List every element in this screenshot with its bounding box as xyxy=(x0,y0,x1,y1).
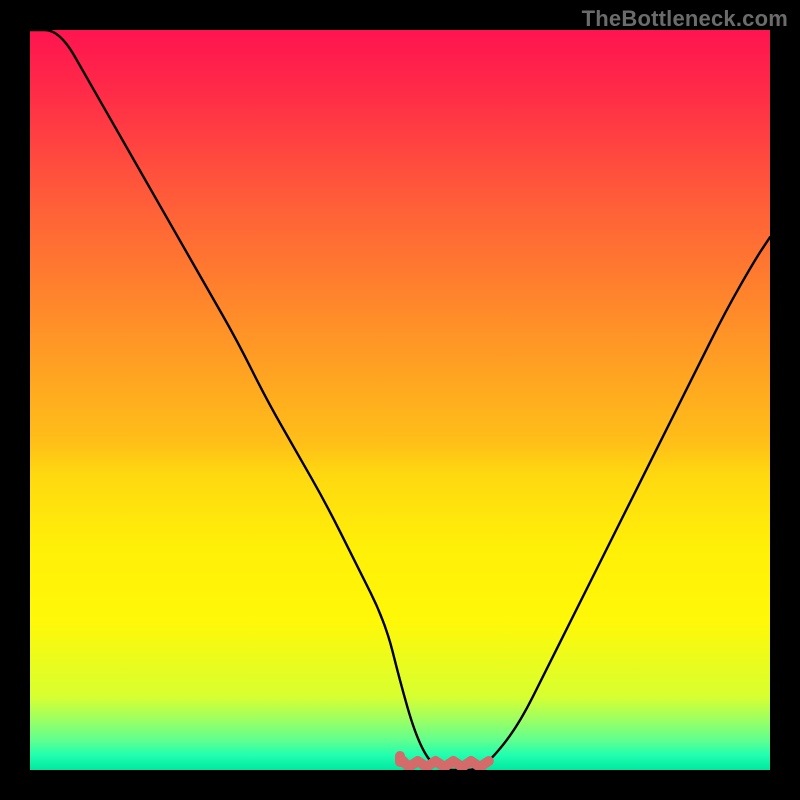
trough-marker xyxy=(400,756,489,767)
curve-svg xyxy=(30,30,770,770)
bottleneck-curve xyxy=(30,30,770,770)
plot-area xyxy=(30,30,770,770)
watermark-text: TheBottleneck.com xyxy=(582,6,788,32)
chart-frame: TheBottleneck.com xyxy=(0,0,800,800)
